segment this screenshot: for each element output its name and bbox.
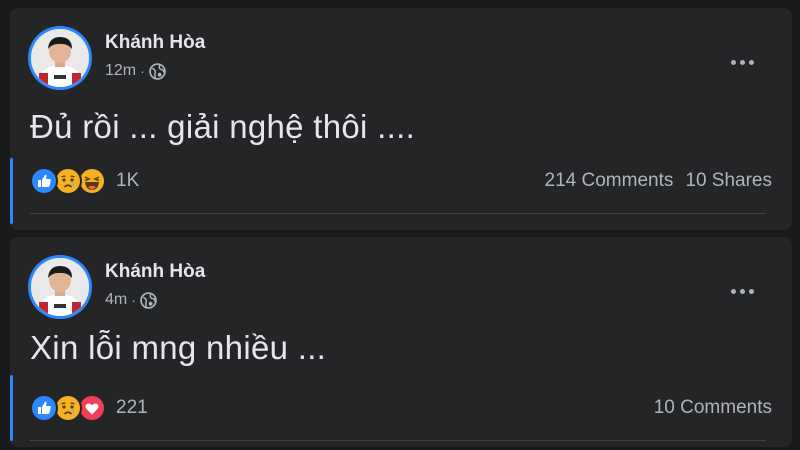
like-icon bbox=[30, 167, 58, 195]
shares-count-link[interactable]: 10 Shares bbox=[685, 170, 772, 192]
sad-icon bbox=[54, 167, 82, 195]
post-meta: 12m · bbox=[105, 62, 166, 80]
avatar-image bbox=[31, 29, 89, 87]
like-icon bbox=[30, 394, 58, 422]
separator-dot: · bbox=[140, 63, 145, 79]
comments-count-link[interactable]: 10 Comments bbox=[654, 397, 772, 419]
accent-bar bbox=[10, 375, 13, 441]
post-stats: 1K 214 Comments 10 Shares bbox=[30, 164, 772, 198]
avatar[interactable] bbox=[28, 255, 92, 319]
post-time[interactable]: 12m bbox=[105, 62, 136, 80]
author-name[interactable]: Khánh Hòa bbox=[105, 261, 205, 283]
post-text: Xin lỗi mng nhiều ... bbox=[30, 329, 327, 366]
reaction-icons[interactable] bbox=[30, 394, 106, 422]
post-header: Khánh Hòa 4m · bbox=[28, 255, 768, 319]
accent-bar bbox=[10, 158, 13, 224]
separator-dot: · bbox=[131, 292, 136, 308]
post-card: Khánh Hòa 4m · Xin lỗi mng nhiều ... 221… bbox=[10, 237, 792, 447]
post-text: Đủ rồi ... giải nghệ thôi .... bbox=[30, 108, 416, 145]
avatar[interactable] bbox=[28, 26, 92, 90]
engagement-stats: 214 Comments 10 Shares bbox=[545, 170, 772, 192]
more-options-icon[interactable] bbox=[731, 60, 754, 65]
more-options-icon[interactable] bbox=[731, 289, 754, 294]
feed: Khánh Hòa 12m · Đủ rồi ... giải nghệ thô… bbox=[0, 0, 800, 450]
divider bbox=[30, 213, 766, 214]
reaction-icons[interactable] bbox=[30, 167, 106, 195]
reaction-count[interactable]: 1K bbox=[116, 170, 139, 192]
post-card: Khánh Hòa 12m · Đủ rồi ... giải nghệ thô… bbox=[10, 8, 792, 230]
globe-icon bbox=[140, 291, 157, 309]
post-time[interactable]: 4m bbox=[105, 291, 127, 309]
sad-icon bbox=[54, 394, 82, 422]
post-stats: 221 10 Comments bbox=[30, 391, 772, 425]
reaction-count[interactable]: 221 bbox=[116, 397, 148, 419]
avatar-image bbox=[31, 258, 89, 316]
post-meta: 4m · bbox=[105, 291, 157, 309]
comments-count-link[interactable]: 214 Comments bbox=[545, 170, 674, 192]
author-name[interactable]: Khánh Hòa bbox=[105, 32, 205, 54]
love-icon bbox=[78, 394, 106, 422]
haha-icon bbox=[78, 167, 106, 195]
engagement-stats: 10 Comments bbox=[654, 397, 772, 419]
globe-icon bbox=[149, 62, 166, 80]
post-header: Khánh Hòa 12m · bbox=[28, 26, 768, 90]
divider bbox=[30, 440, 766, 441]
